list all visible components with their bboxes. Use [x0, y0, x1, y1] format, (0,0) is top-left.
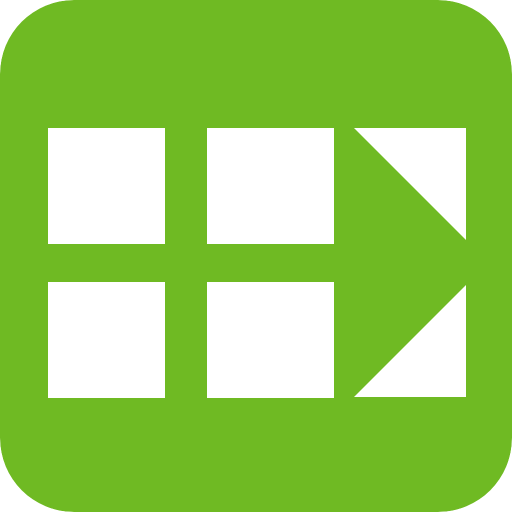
grid-arrow-icon	[0, 0, 512, 512]
grid-square-top-left	[48, 128, 165, 244]
app-icon[interactable]	[0, 0, 512, 512]
grid-square-bottom-left	[48, 282, 165, 398]
grid-square-top-middle	[207, 128, 334, 244]
icon-background	[0, 0, 512, 512]
grid-square-bottom-middle	[207, 282, 334, 398]
